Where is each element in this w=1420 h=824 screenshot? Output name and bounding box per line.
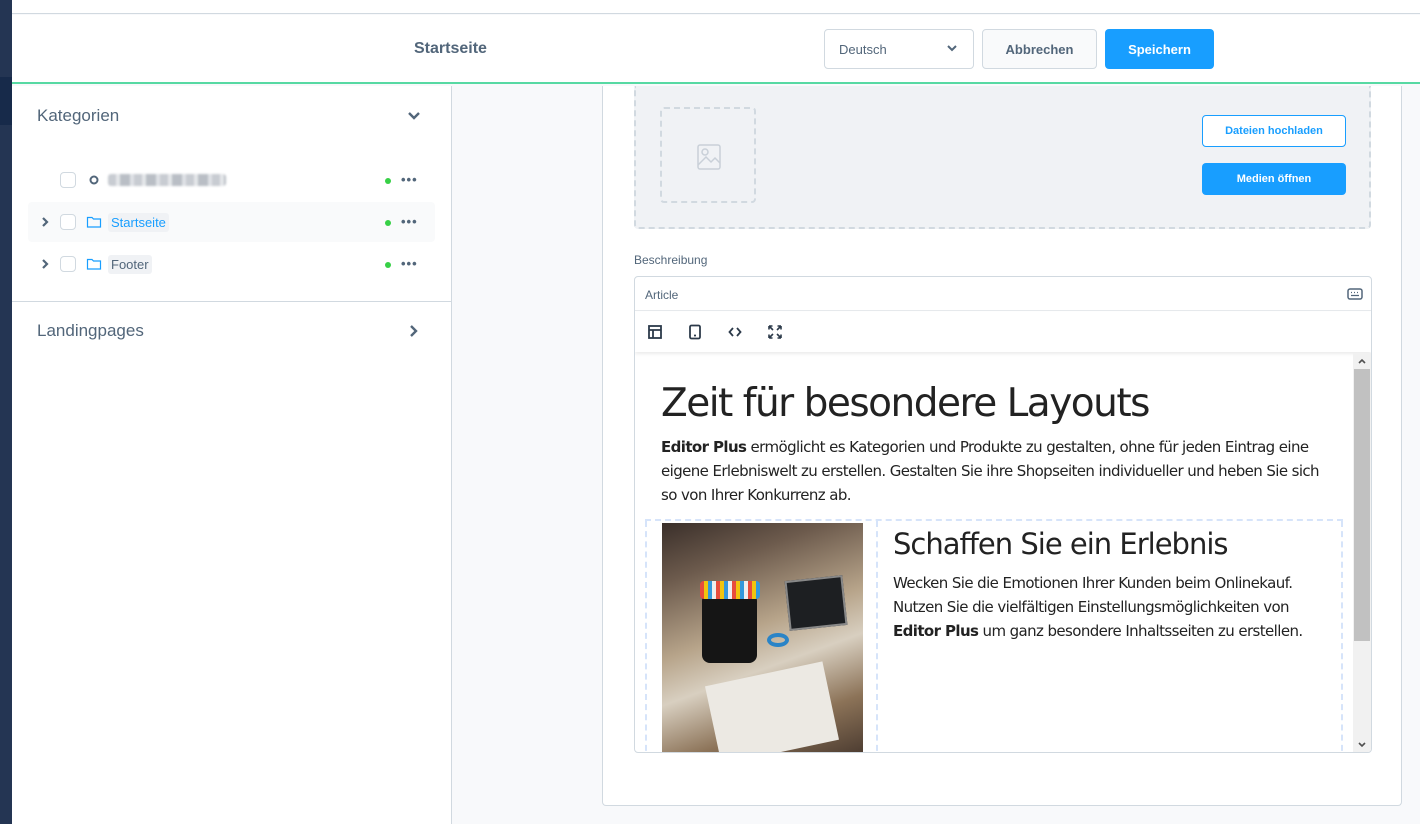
scroll-up-icon[interactable]: [1357, 356, 1367, 366]
status-active-dot: [385, 262, 391, 268]
photo-laptop: [784, 575, 848, 631]
section-landingpages-label[interactable]: Landingpages: [37, 321, 144, 341]
tree-item-checkbox[interactable]: [60, 256, 76, 272]
top-bar: [12, 0, 1420, 14]
intro-bold: Editor Plus: [661, 438, 747, 456]
tree-item-label[interactable]: Startseite: [108, 213, 169, 232]
folder-icon: [86, 216, 102, 228]
chevron-right-icon[interactable]: [40, 258, 50, 270]
content-column-image[interactable]: [645, 521, 878, 752]
tree-item[interactable]: •••: [28, 160, 435, 200]
layout-icon[interactable]: [647, 324, 663, 340]
more-actions-button[interactable]: •••: [401, 256, 418, 271]
admin-nav-active-item[interactable]: [0, 77, 12, 125]
chevron-right-icon[interactable]: [40, 216, 50, 228]
code-icon[interactable]: [727, 324, 743, 340]
category-sidebar: Kategorien ••• Startseite ••• Footer •••…: [12, 86, 452, 824]
keyboard-icon[interactable]: [1347, 288, 1363, 300]
circle-icon: [89, 175, 99, 185]
section-kategorien-label[interactable]: Kategorien: [37, 106, 119, 126]
language-select-value: Deutsch: [839, 42, 887, 57]
language-select[interactable]: Deutsch: [824, 29, 974, 69]
folder-icon: [86, 258, 102, 270]
admin-nav-strip: [0, 0, 12, 824]
editor-toolbar: [635, 312, 1371, 352]
content-card: Dateien hochladen Medien öffnen Beschrei…: [602, 86, 1402, 806]
page-title: Startseite: [414, 40, 487, 57]
body-text-1: Wecken Sie die Emotionen Ihrer Kunden be…: [893, 574, 1293, 616]
content-row[interactable]: Schaffen Sie ein Erlebnis Wecken Sie die…: [645, 519, 1343, 752]
intro-text: ermöglicht es Kategorien und Produkte zu…: [661, 438, 1320, 504]
more-actions-button[interactable]: •••: [401, 214, 418, 229]
content-subheading[interactable]: Schaffen Sie ein Erlebnis: [893, 527, 1228, 561]
tree-item-footer[interactable]: Footer •••: [28, 244, 435, 284]
tree-item-checkbox[interactable]: [60, 172, 76, 188]
image-placeholder-icon: [697, 144, 721, 170]
more-actions-button[interactable]: •••: [401, 172, 418, 187]
upload-files-button[interactable]: Dateien hochladen: [1202, 115, 1346, 147]
tree-item-label[interactable]: Footer: [108, 255, 152, 274]
page-header: Startseite Deutsch Abbrechen Speichern: [12, 15, 1420, 84]
media-dropzone[interactable]: Dateien hochladen Medien öffnen: [634, 86, 1371, 229]
editor-scrollbar[interactable]: [1353, 353, 1371, 752]
chevron-right-icon[interactable]: [407, 324, 421, 338]
status-active-dot: [385, 220, 391, 226]
photo-pens: [700, 581, 760, 599]
desk-photo[interactable]: [662, 523, 863, 752]
photo-pen-cup: [702, 593, 757, 663]
photo-sketch-paper: [704, 661, 840, 752]
body-bold: Editor Plus: [893, 622, 979, 640]
rich-text-editor[interactable]: Article Zeit für besondere Layouts Edito…: [634, 276, 1372, 753]
fullscreen-icon[interactable]: [767, 324, 783, 340]
content-intro[interactable]: Editor Plus ermöglicht es Kategorien und…: [661, 435, 1331, 507]
editor-mode-label: Article: [645, 288, 679, 302]
section-divider: [12, 301, 451, 302]
save-button[interactable]: Speichern: [1105, 29, 1214, 69]
scrollbar-thumb[interactable]: [1354, 369, 1370, 641]
status-active-dot: [385, 178, 391, 184]
editor-content[interactable]: Zeit für besondere Layouts Editor Plus e…: [635, 353, 1353, 752]
scroll-down-icon[interactable]: [1357, 740, 1367, 750]
tree-item-startseite[interactable]: Startseite •••: [28, 202, 435, 242]
cancel-button[interactable]: Abbrechen: [982, 29, 1097, 69]
photo-tape: [767, 633, 789, 647]
tree-item-checkbox[interactable]: [60, 214, 76, 230]
content-heading[interactable]: Zeit für besondere Layouts: [661, 381, 1150, 426]
description-label: Beschreibung: [634, 253, 708, 267]
mobile-preview-icon[interactable]: [687, 324, 703, 340]
content-column-text[interactable]: Schaffen Sie ein Erlebnis Wecken Sie die…: [878, 521, 1343, 752]
media-preview: [660, 107, 756, 203]
tree-item-label-redacted: [108, 174, 226, 186]
chevron-down-icon[interactable]: [407, 109, 421, 123]
open-media-button[interactable]: Medien öffnen: [1202, 163, 1346, 195]
chevron-down-icon: [947, 45, 957, 52]
content-body[interactable]: Wecken Sie die Emotionen Ihrer Kunden be…: [893, 571, 1333, 643]
body-text-2: um ganz besondere Inhaltsseiten zu erste…: [978, 622, 1304, 640]
editor-mode-bar: Article: [635, 277, 1371, 311]
